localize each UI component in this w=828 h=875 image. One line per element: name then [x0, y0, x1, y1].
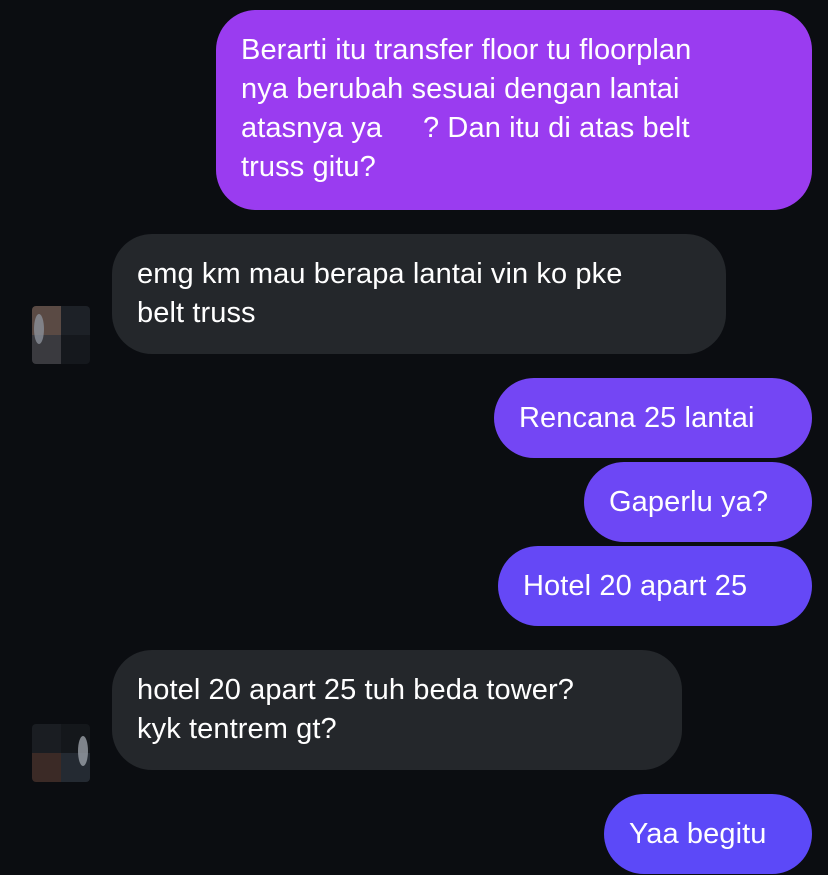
message-text-line: belt truss: [137, 297, 256, 329]
message-text-line: hotel 20 apart 25 tuh beda tower?: [137, 674, 575, 706]
message-text-line: Rencana 25 lantai: [519, 402, 755, 434]
incoming-message-bubble[interactable]: emg km mau berapa lantai vin ko pke belt…: [112, 234, 726, 354]
contact-avatar-icon[interactable]: [32, 724, 90, 782]
message-text-line: nya berubah sesuai dengan lantai: [241, 73, 680, 105]
outgoing-message-bubble[interactable]: Gaperlu ya?: [584, 462, 812, 542]
message-text-line: truss gitu?: [241, 151, 376, 183]
message-text-line: Yaa begitu: [629, 818, 767, 850]
message-text-line: emg km mau berapa lantai vin ko pke: [137, 258, 623, 290]
contact-avatar-icon[interactable]: [32, 306, 90, 364]
outgoing-message-bubble[interactable]: Hotel 20 apart 25: [498, 546, 812, 626]
outgoing-message-bubble[interactable]: Rencana 25 lantai: [494, 378, 812, 458]
outgoing-message-bubble[interactable]: Berarti itu transfer floor tu floorplan …: [216, 10, 812, 210]
message-text-line: Hotel 20 apart 25: [523, 570, 748, 602]
message-text-line: Gaperlu ya?: [609, 486, 769, 518]
message-thread: Berarti itu transfer floor tu floorplan …: [0, 0, 828, 875]
outgoing-message-bubble[interactable]: Yaa begitu: [604, 794, 812, 874]
message-text-line: Berarti itu transfer floor tu floorplan: [241, 34, 692, 66]
message-text-line: kyk tentrem gt?: [137, 713, 337, 745]
message-text-line: atasnya ya ? Dan itu di atas belt: [241, 112, 690, 144]
incoming-message-bubble[interactable]: hotel 20 apart 25 tuh beda tower? kyk te…: [112, 650, 682, 770]
